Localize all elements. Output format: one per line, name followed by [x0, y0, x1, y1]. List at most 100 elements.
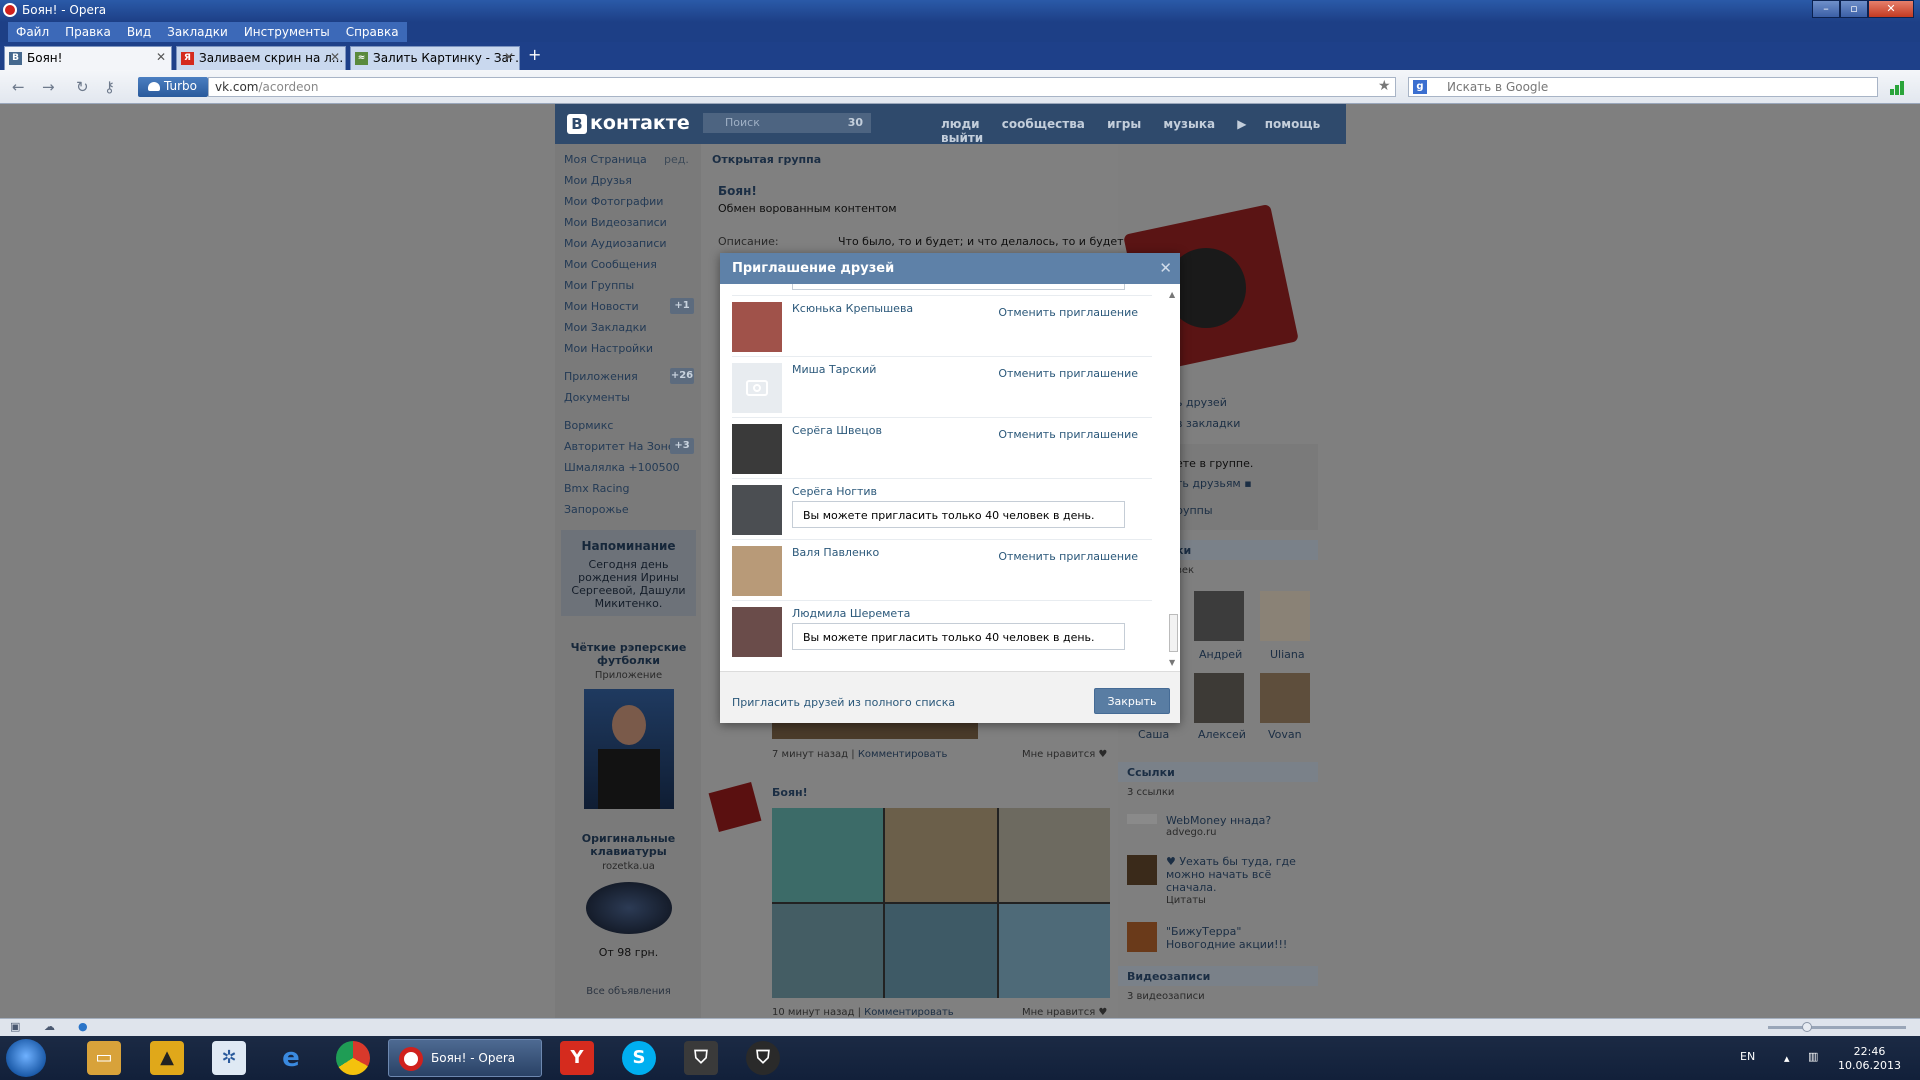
- menu-my-audio[interactable]: Мои Аудиозаписи: [564, 237, 667, 250]
- vk-logo[interactable]: Вконтакте: [567, 112, 690, 134]
- menu-my-bookmarks[interactable]: Мои Закладки: [564, 321, 646, 334]
- vk-search-input[interactable]: Поиск 30: [703, 113, 871, 133]
- speed-dial-icon[interactable]: ●: [78, 1020, 88, 1033]
- leave-group-link[interactable]: руппы: [1176, 504, 1213, 517]
- member-avatar[interactable]: [1194, 673, 1244, 723]
- yandex-browser-icon[interactable]: Y: [560, 1041, 594, 1075]
- dialog-scrollbar[interactable]: ▲ ▼: [1168, 290, 1178, 668]
- scrollbar-thumb[interactable]: [1169, 614, 1178, 652]
- zoom-slider-thumb[interactable]: [1802, 1022, 1812, 1032]
- tab-close-icon[interactable]: ✕: [504, 50, 514, 64]
- nav-help[interactable]: помощь: [1265, 117, 1320, 131]
- nav-people[interactable]: люди: [941, 117, 980, 131]
- invite-from-full-list-link[interactable]: Пригласить друзей из полного списка: [732, 696, 955, 709]
- cancel-invite-link[interactable]: Отменить приглашение: [998, 550, 1138, 563]
- cloud-icon[interactable]: ☁: [44, 1020, 55, 1033]
- video-header[interactable]: Видеозаписи: [1127, 970, 1210, 983]
- menu-tools[interactable]: Инструменты: [236, 22, 338, 42]
- friend-avatar[interactable]: [732, 485, 782, 535]
- aimp-icon[interactable]: ▲: [150, 1041, 184, 1075]
- tab-close-icon[interactable]: ✕: [156, 50, 166, 64]
- tab-close-icon[interactable]: ✕: [330, 50, 340, 64]
- minimize-button[interactable]: –: [1812, 0, 1840, 18]
- nav-logout[interactable]: выйти: [941, 131, 983, 145]
- turbo-button[interactable]: Turbo: [138, 77, 208, 97]
- post-time[interactable]: 7 минут назад: [772, 749, 848, 760]
- member-avatar[interactable]: [1260, 591, 1310, 641]
- snowflake-app-icon[interactable]: ✲: [212, 1041, 246, 1075]
- friend-name[interactable]: Валя Павленко: [792, 546, 879, 559]
- post-image[interactable]: [772, 723, 978, 739]
- friend-avatar[interactable]: [732, 546, 782, 596]
- ad-keyboards[interactable]: Оригинальные клавиатуры rozetka.ua От 98…: [561, 832, 696, 959]
- dialog-close-icon[interactable]: ✕: [1159, 259, 1172, 277]
- ad-tshirts[interactable]: Чёткие рэперские футболки Приложение: [561, 641, 696, 809]
- cancel-invite-link[interactable]: Отменить приглашение: [998, 428, 1138, 441]
- nav-communities[interactable]: сообщества: [1002, 117, 1085, 131]
- maximize-button[interactable]: ▫: [1840, 0, 1868, 18]
- tab-boyan[interactable]: В Боян! ✕: [4, 46, 172, 70]
- tab-screenshot[interactable]: Я Заливаем скрин на л... ✕: [176, 46, 346, 70]
- forward-icon[interactable]: →: [42, 78, 55, 96]
- link-title[interactable]: WebMoney ннада?: [1166, 814, 1306, 827]
- like-button[interactable]: Мне нравится ♥: [1022, 1007, 1107, 1018]
- menu-my-page[interactable]: Моя Страница: [564, 153, 647, 166]
- chrome-icon[interactable]: [336, 1041, 370, 1075]
- member-avatar[interactable]: [1194, 591, 1244, 641]
- game-wormix[interactable]: Вормикс: [564, 419, 613, 432]
- new-tab-button[interactable]: +: [528, 45, 541, 64]
- explorer-icon[interactable]: ▭: [87, 1041, 121, 1075]
- nav-music[interactable]: музыка: [1163, 117, 1215, 131]
- all-ads-link[interactable]: Все объявления: [561, 986, 696, 997]
- friend-name[interactable]: Людмила Шеремета: [792, 607, 910, 620]
- link-title[interactable]: "БижуТерра" Новогодние акции!!!: [1166, 925, 1306, 951]
- friend-avatar[interactable]: [732, 302, 782, 352]
- link-item[interactable]: "БижуТерра" Новогодние акции!!!: [1166, 925, 1306, 951]
- key-icon[interactable]: ⚷: [104, 78, 115, 96]
- invite-friends-link[interactable]: ь друзей: [1176, 396, 1227, 409]
- menu-my-news[interactable]: Мои Новости: [564, 300, 639, 313]
- panel-toggle-icon[interactable]: ▣: [10, 1020, 20, 1033]
- tray-expand-icon[interactable]: ▴: [1784, 1052, 1790, 1065]
- bookmark-star-icon[interactable]: ★: [1378, 78, 1391, 94]
- start-button[interactable]: [6, 1039, 46, 1077]
- world-of-tanks-icon[interactable]: ⛉: [684, 1041, 718, 1075]
- comment-link[interactable]: Комментировать: [858, 749, 948, 760]
- menu-my-messages[interactable]: Мои Сообщения: [564, 258, 657, 271]
- links-header[interactable]: Ссылки: [1127, 766, 1175, 779]
- friend-name[interactable]: Миша Тарский: [792, 363, 876, 376]
- add-bookmarks-link[interactable]: в закладки: [1176, 417, 1240, 430]
- menu-bookmarks[interactable]: Закладки: [159, 22, 236, 42]
- comment-link[interactable]: Комментировать: [864, 1007, 954, 1018]
- reminder-text[interactable]: Сегодня день рождения Ирины Сергеевой, Д…: [566, 558, 691, 610]
- nav-games[interactable]: игры: [1107, 117, 1141, 131]
- language-indicator[interactable]: EN: [1740, 1050, 1755, 1063]
- camera-placeholder-icon[interactable]: [732, 363, 782, 413]
- member-name[interactable]: Саша: [1138, 728, 1169, 741]
- link-item[interactable]: WebMoney ннада? advego.ru: [1166, 814, 1306, 838]
- game-shmalyalka[interactable]: Шмалялка +100500: [564, 461, 680, 474]
- tell-friends-link[interactable]: ть друзьям ▪: [1176, 477, 1252, 490]
- google-search-input[interactable]: g Искать в Google: [1408, 77, 1878, 97]
- link-item[interactable]: ♥ Уехать бы туда, где можно начать всё с…: [1166, 855, 1306, 907]
- menu-my-videos[interactable]: Мои Видеозаписи: [564, 216, 667, 229]
- zoom-slider[interactable]: [1768, 1026, 1906, 1029]
- close-dialog-button[interactable]: Закрыть: [1094, 688, 1170, 714]
- menu-edit[interactable]: Правка: [57, 22, 119, 42]
- edit-link[interactable]: ред.: [664, 153, 689, 166]
- network-icon[interactable]: ▥: [1808, 1050, 1818, 1063]
- game-avtoritet[interactable]: Авторитет На Зоне: [564, 440, 675, 453]
- url-input[interactable]: vk.com/acordeon: [208, 77, 1396, 97]
- scroll-up-icon[interactable]: ▲: [1169, 290, 1175, 299]
- internet-explorer-icon[interactable]: e: [274, 1041, 308, 1075]
- menu-help[interactable]: Справка: [338, 22, 407, 42]
- member-avatar[interactable]: [1260, 673, 1310, 723]
- opera-taskbar-button[interactable]: Боян! - Opera: [388, 1039, 542, 1077]
- friend-name[interactable]: Серёга Швецов: [792, 424, 882, 437]
- friend-avatar[interactable]: [732, 424, 782, 474]
- back-icon[interactable]: ←: [12, 78, 25, 96]
- member-name[interactable]: Uliana: [1270, 648, 1305, 661]
- scroll-down-icon[interactable]: ▼: [1169, 658, 1175, 667]
- friend-name[interactable]: Серёга Ногтив: [792, 485, 877, 498]
- wot-launcher-icon[interactable]: ⛉: [746, 1041, 780, 1075]
